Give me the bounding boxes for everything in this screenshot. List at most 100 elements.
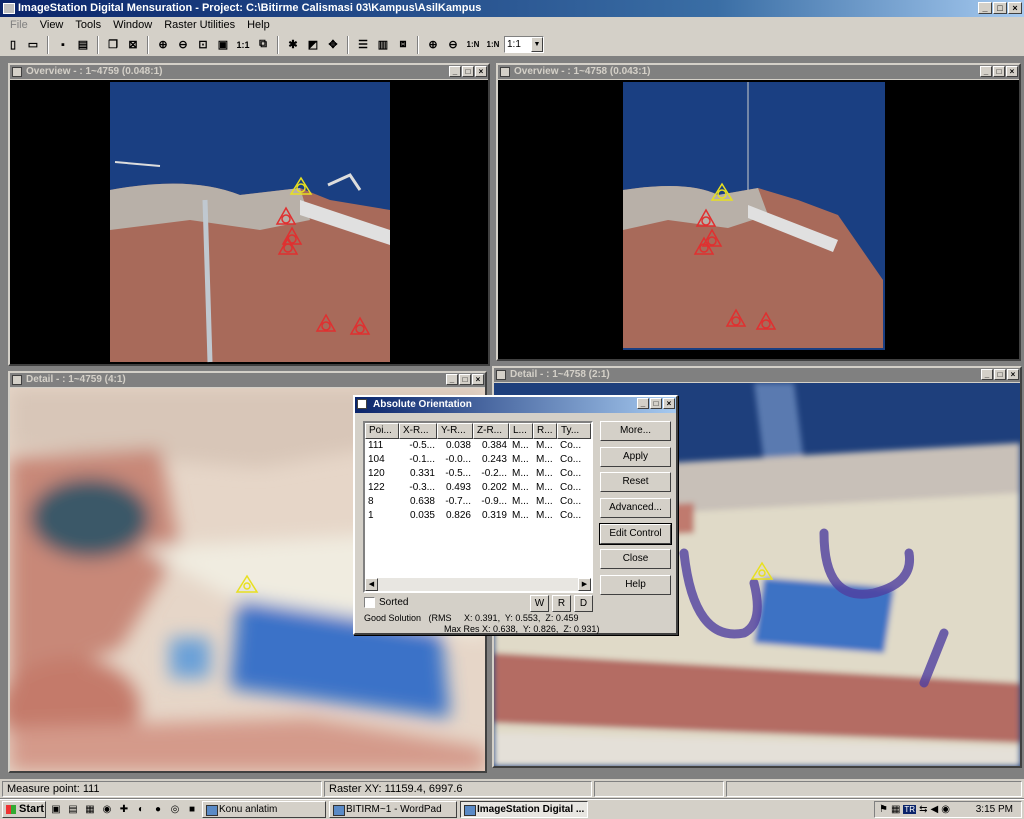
- minimize-button[interactable]: _: [981, 369, 993, 380]
- horizontal-scrollbar[interactable]: ◀ ▶: [365, 578, 591, 591]
- minimize-button[interactable]: _: [446, 374, 458, 385]
- table-row[interactable]: 120 0.331 -0.5... -0.2... M... M... Co...: [365, 467, 591, 481]
- edit-control-button[interactable]: Edit Control: [599, 523, 672, 545]
- quick-launch-icon[interactable]: ✚: [117, 803, 131, 817]
- close-dialog-button[interactable]: Close: [600, 549, 671, 569]
- more-button[interactable]: More...: [600, 421, 671, 441]
- volume-icon[interactable]: ◀: [930, 804, 938, 815]
- maximize-button[interactable]: □: [650, 398, 662, 409]
- menu-file[interactable]: File: [4, 19, 34, 31]
- one-to-one-button[interactable]: 1:1: [234, 35, 252, 54]
- network-icon[interactable]: ◉: [941, 804, 950, 815]
- quick-launch-icon[interactable]: ◎: [168, 803, 182, 817]
- maximize-button[interactable]: □: [993, 2, 1007, 14]
- zoom-out-icon[interactable]: ⊖: [174, 35, 192, 54]
- reset-button[interactable]: Reset: [600, 472, 671, 492]
- table-row[interactable]: 8 0.638 -0.7... -0.9... M... M... Co...: [365, 495, 591, 509]
- zoom-window-icon[interactable]: ⊡: [194, 35, 212, 54]
- pan-icon[interactable]: ✥: [324, 35, 342, 54]
- apply-button[interactable]: Apply: [600, 447, 671, 467]
- open-folder-icon[interactable]: ▭: [24, 35, 42, 54]
- overview-left-window[interactable]: Overview - : 1~4759 (0.048:1) _ □ ×: [8, 63, 490, 366]
- minimize-button[interactable]: _: [637, 398, 649, 409]
- column-header[interactable]: R...: [533, 423, 557, 439]
- close-button[interactable]: ×: [663, 398, 675, 409]
- zoom-box-icon[interactable]: ⧉: [254, 35, 272, 54]
- minimize-button[interactable]: _: [978, 2, 992, 14]
- menu-window[interactable]: Window: [107, 19, 158, 31]
- print-icon[interactable]: ▤: [74, 35, 92, 54]
- quick-launch-icon[interactable]: ◉: [100, 803, 114, 817]
- delete-icon[interactable]: ⊠: [124, 35, 142, 54]
- maximize-button[interactable]: □: [994, 369, 1006, 380]
- column-header[interactable]: X-R...: [399, 423, 437, 439]
- save-icon[interactable]: ▪: [54, 35, 72, 54]
- app-title-bar[interactable]: ImageStation Digital Mensuration - Proje…: [0, 0, 1024, 17]
- maximize-button[interactable]: □: [462, 66, 474, 77]
- close-button[interactable]: ×: [1006, 66, 1018, 77]
- residuals-list[interactable]: Poi... X-R... Y-R... Z-R... L... R... Ty…: [363, 421, 593, 593]
- close-button[interactable]: ×: [472, 374, 484, 385]
- menu-view[interactable]: View: [34, 19, 70, 31]
- maximize-button[interactable]: □: [459, 374, 471, 385]
- close-button[interactable]: ×: [1007, 369, 1019, 380]
- task-imagestation[interactable]: ImageStation Digital ...: [460, 801, 588, 818]
- fit-icon[interactable]: ▣: [214, 35, 232, 54]
- column-header[interactable]: Ty...: [557, 423, 591, 439]
- task-wordpad[interactable]: BITIRM~1 - WordPad: [329, 801, 457, 818]
- new-file-icon[interactable]: ▯: [4, 35, 22, 54]
- cascade-icon[interactable]: ⧈: [394, 35, 412, 54]
- zoom-out-all-icon[interactable]: ⊖: [444, 35, 462, 54]
- scroll-left-icon[interactable]: ◀: [365, 578, 378, 591]
- quick-launch-icon[interactable]: ▣: [49, 803, 63, 817]
- quick-launch-icon[interactable]: ▤: [66, 803, 80, 817]
- contrast-icon[interactable]: ◩: [304, 35, 322, 54]
- zoom-in-icon[interactable]: ⊕: [154, 35, 172, 54]
- tile-horizontal-icon[interactable]: ☰: [354, 35, 372, 54]
- quick-launch-icon[interactable]: ●: [151, 803, 165, 817]
- zoom-in-all-icon[interactable]: ⊕: [424, 35, 442, 54]
- menu-help[interactable]: Help: [241, 19, 276, 31]
- overview-right-canvas[interactable]: [498, 80, 1019, 359]
- overview-right-window[interactable]: Overview - : 1~4758 (0.043:1) _ □ ×: [496, 63, 1021, 361]
- minimize-button[interactable]: _: [980, 66, 992, 77]
- column-header[interactable]: Poi...: [365, 423, 399, 439]
- column-header[interactable]: Y-R...: [437, 423, 473, 439]
- quick-launch-icon[interactable]: ◐: [134, 803, 148, 817]
- quick-launch-icon[interactable]: ▦: [83, 803, 97, 817]
- start-button[interactable]: Start: [2, 801, 46, 818]
- help-button[interactable]: Help: [600, 575, 671, 595]
- tray-icon[interactable]: ▦: [891, 804, 900, 815]
- table-row[interactable]: 104 -0.1... -0.0... 0.243 M... M... Co...: [365, 453, 591, 467]
- r-button[interactable]: R: [552, 595, 571, 612]
- column-header[interactable]: Z-R...: [473, 423, 509, 439]
- scroll-right-icon[interactable]: ▶: [578, 578, 591, 591]
- table-row[interactable]: 122 -0.3... 0.493 0.202 M... M... Co...: [365, 481, 591, 495]
- quick-launch-icon[interactable]: ■: [185, 803, 199, 817]
- chevron-down-icon[interactable]: ▼: [531, 37, 543, 52]
- maximize-button[interactable]: □: [993, 66, 1005, 77]
- copy-icon[interactable]: ❐: [104, 35, 122, 54]
- one-to-n-button[interactable]: 1:N: [464, 35, 482, 54]
- language-indicator[interactable]: TR: [903, 805, 917, 814]
- tray-icon[interactable]: ⚑: [879, 804, 888, 815]
- close-button[interactable]: ×: [1008, 2, 1022, 14]
- w-button[interactable]: W: [530, 595, 549, 612]
- close-button[interactable]: ×: [475, 66, 487, 77]
- minimize-button[interactable]: _: [449, 66, 461, 77]
- tile-vertical-icon[interactable]: ▥: [374, 35, 392, 54]
- column-header[interactable]: L...: [509, 423, 533, 439]
- brightness-icon[interactable]: ✱: [284, 35, 302, 54]
- advanced-button[interactable]: Advanced...: [600, 498, 671, 518]
- table-row[interactable]: 1 0.035 0.826 0.319 M... M... Co...: [365, 509, 591, 523]
- absolute-orientation-dialog[interactable]: Absolute Orientation _ □ × Poi... X-R...…: [353, 395, 678, 635]
- checkbox-box[interactable]: [364, 597, 375, 608]
- overview-left-canvas[interactable]: [10, 80, 488, 364]
- table-row[interactable]: 111 -0.5... 0.038 0.384 M... M... Co...: [365, 439, 591, 453]
- d-button[interactable]: D: [574, 595, 593, 612]
- tray-icon[interactable]: ⇆: [919, 804, 927, 815]
- sorted-checkbox[interactable]: Sorted: [364, 597, 408, 608]
- menu-tools[interactable]: Tools: [69, 19, 107, 31]
- one-to-n-all-button[interactable]: 1:N: [484, 35, 502, 54]
- zoom-select[interactable]: 1:1 ▼: [504, 36, 544, 53]
